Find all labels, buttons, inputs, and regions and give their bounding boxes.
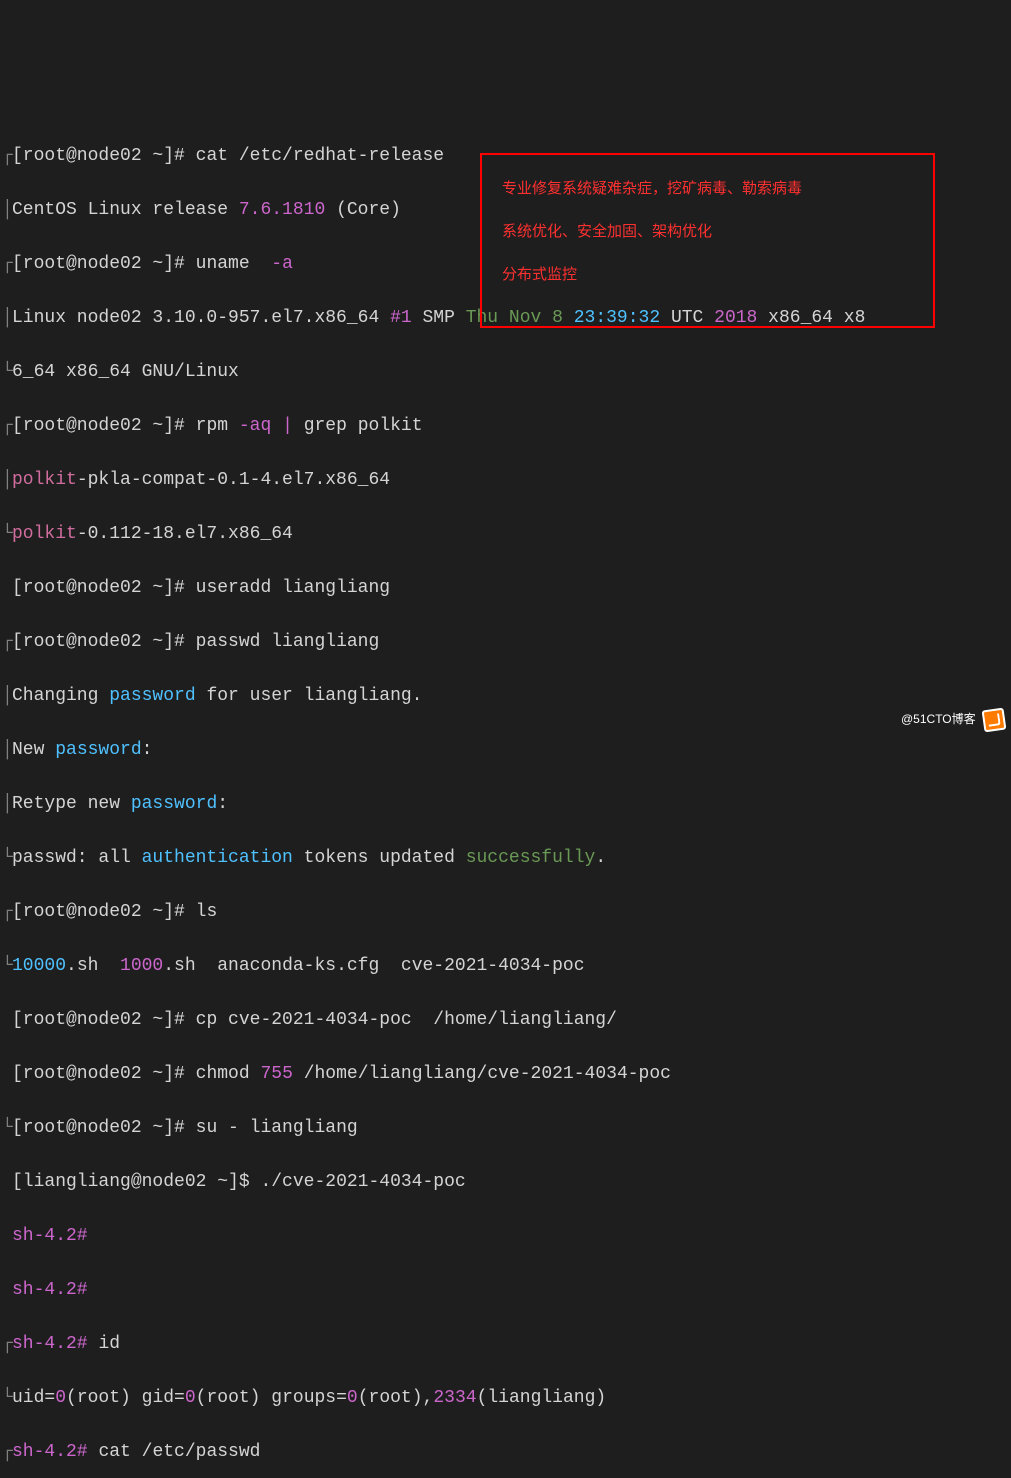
- annotation-line-1: 专业修复系统疑难杂症，挖矿病毒、勒索病毒: [502, 181, 913, 196]
- out-changing: │Changing password for user liangliang.: [2, 683, 1011, 710]
- line-passwd: ┌[root@node02 ~]# passwd liangliang: [2, 629, 1011, 656]
- line-ls: ┌[root@node02 ~]# ls: [2, 899, 1011, 926]
- sh-2: sh-4.2#: [2, 1277, 1011, 1304]
- line-chmod: [root@node02 ~]# chmod 755 /home/liangli…: [2, 1061, 1011, 1088]
- annotation-line-2: 系统优化、安全加固、架构优化: [502, 224, 913, 239]
- cmd-cat-release: cat /etc/redhat-release: [196, 146, 444, 166]
- sh-1: sh-4.2#: [2, 1223, 1011, 1250]
- annotation-line-3: 分布式监控: [502, 267, 913, 282]
- sh-id: ┌sh-4.2# id: [2, 1331, 1011, 1358]
- prompt: [root@node02 ~]#: [12, 146, 185, 166]
- annotation-box: 专业修复系统疑难杂症，挖矿病毒、勒索病毒 系统优化、安全加固、架构优化 分布式监…: [480, 153, 935, 328]
- watermark-logo-icon: [982, 707, 1007, 732]
- out-uname-2: └6_64 x86_64 GNU/Linux: [2, 359, 1011, 386]
- line-cp: [root@node02 ~]# cp cve-2021-4034-poc /h…: [2, 1007, 1011, 1034]
- out-id: └uid=0(root) gid=0(root) groups=0(root),…: [2, 1385, 1011, 1412]
- watermark: @51CTO博客: [901, 706, 1005, 733]
- out-newpw: │New password:: [2, 737, 1011, 764]
- out-passwd-done: └passwd: all authentication tokens updat…: [2, 845, 1011, 872]
- out-ls: └10000.sh 1000.sh anaconda-ks.cfg cve-20…: [2, 953, 1011, 980]
- out-polkit-2: └polkit-0.112-18.el7.x86_64: [2, 521, 1011, 548]
- line-rpm: ┌[root@node02 ~]# rpm -aq | grep polkit: [2, 413, 1011, 440]
- watermark-text: @51CTO博客: [901, 712, 976, 726]
- out-retype: │Retype new password:: [2, 791, 1011, 818]
- line-useradd: [root@node02 ~]# useradd liangliang: [2, 575, 1011, 602]
- line-user-run: [liangliang@node02 ~]$ ./cve-2021-4034-p…: [2, 1169, 1011, 1196]
- sh-cat: ┌sh-4.2# cat /etc/passwd: [2, 1439, 1011, 1466]
- line-su: └[root@node02 ~]# su - liangliang: [2, 1115, 1011, 1142]
- out-polkit-1: │polkit-pkla-compat-0.1-4.el7.x86_64: [2, 467, 1011, 494]
